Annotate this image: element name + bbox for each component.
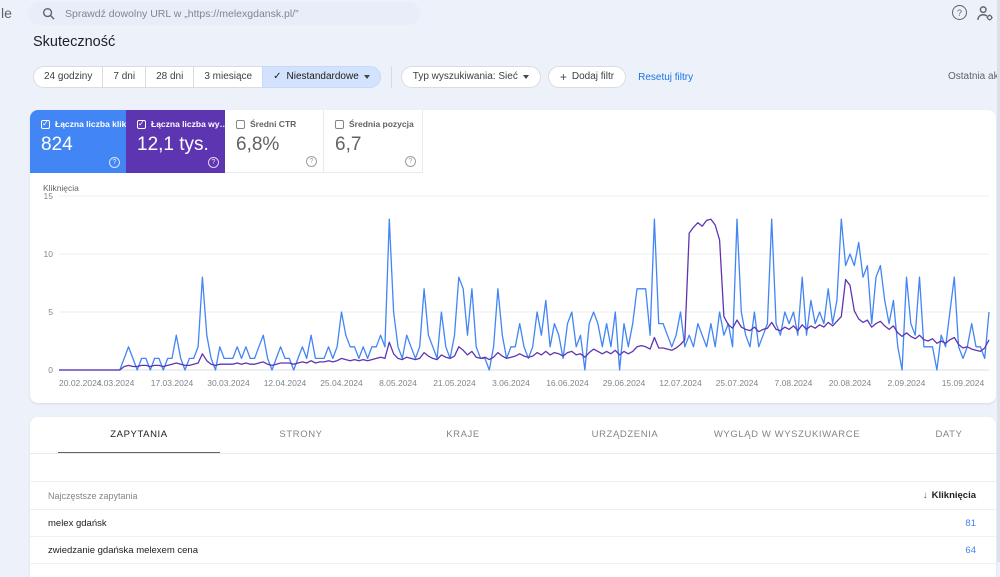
table-row[interactable]: melex gdańsk 81 (30, 510, 996, 537)
add-filter-label: Dodaj filtr (572, 67, 614, 87)
x-tick-label: 12.04.2024 (264, 378, 307, 388)
y-tick-label: 15 (44, 191, 54, 201)
performance-chart-card: Łączna liczba klik… 824 ? Łączna liczba … (30, 110, 996, 403)
date-range-selector: 24 godziny 7 dni 28 dni 3 miesiące ✓ Nie… (33, 66, 381, 88)
filter-divider (391, 66, 392, 88)
search-icon (42, 7, 55, 20)
metric-average-ctr[interactable]: Średni CTR 6,8% ? (225, 110, 324, 173)
x-tick-label: 12.07.2024 (659, 378, 702, 388)
metric-label: Łączna liczba klik… (55, 119, 135, 129)
table-row[interactable]: zwiedzanie gdańska melexem cena 64 (30, 537, 996, 564)
checkbox-icon[interactable] (137, 120, 146, 129)
google-logo-fragment: le (1, 5, 12, 21)
metric-value: 6,8% (236, 134, 323, 156)
tab-countries[interactable]: KRAJE (382, 417, 544, 454)
date-range-24h[interactable]: 24 godziny (33, 66, 103, 88)
metric-value: 12,1 tys. (137, 134, 225, 156)
filter-bar: 24 godziny 7 dni 28 dni 3 miesiące ✓ Nie… (33, 66, 693, 88)
metric-label: Średnia pozycja (349, 119, 414, 129)
query-clicks: 81 (965, 518, 976, 529)
x-tick-label: 20.08.2024 (829, 378, 872, 388)
x-tick-label: 8.05.2024 (379, 378, 417, 388)
x-tick-label: 25.04.2024 (320, 378, 363, 388)
date-range-custom-label: Niestandardowe (287, 67, 359, 87)
check-icon: ✓ (273, 67, 281, 87)
tab-queries[interactable]: ZAPYTANIA (58, 417, 220, 454)
y-tick-label: 10 (44, 249, 54, 259)
dimension-tabs: ZAPYTANIA STRONY KRAJE URZĄDZENIA WYGLĄD… (30, 417, 996, 454)
checkbox-icon[interactable] (236, 120, 245, 129)
date-range-7d[interactable]: 7 dni (102, 66, 146, 88)
metric-total-impressions[interactable]: Łączna liczba wy… 12,1 tys. ? (126, 110, 225, 173)
x-tick-label: 3.06.2024 (492, 378, 530, 388)
last-update-text: Ostatnia aktualizacja: (948, 71, 1000, 82)
dropdown-caret-icon (364, 75, 370, 79)
help-icon[interactable]: ? (405, 156, 416, 167)
reset-filters-link[interactable]: Resetuj filtry (638, 72, 693, 83)
help-icon[interactable]: ? (109, 157, 120, 168)
x-tick-label: 30.03.2024 (207, 378, 250, 388)
query-clicks: 64 (965, 545, 976, 556)
metric-label: Łączna liczba wy… (151, 119, 228, 129)
column-header-clicks-label: Kliknięcia (932, 490, 976, 501)
plus-icon: + (560, 67, 567, 87)
help-glyph: ? (957, 8, 962, 18)
tab-pages[interactable]: STRONY (220, 417, 382, 454)
dimensions-table-card: ZAPYTANIA STRONY KRAJE URZĄDZENIA WYGLĄD… (30, 417, 996, 577)
search-type-label: Typ wyszukiwania: Sieć (413, 67, 518, 87)
checkbox-icon[interactable] (335, 120, 344, 129)
x-tick-label: 16.06.2024 (546, 378, 589, 388)
user-settings-icon[interactable] (976, 5, 994, 22)
y-tick-label: 5 (48, 307, 53, 317)
page-title: Skuteczność (33, 34, 115, 50)
top-bar: le Sprawdź dowolny URL w „https://melexg… (0, 0, 1000, 28)
x-tick-label: 7.08.2024 (775, 378, 813, 388)
date-range-custom[interactable]: ✓ Niestandardowe (262, 66, 381, 88)
x-tick-label: 25.07.2024 (716, 378, 759, 388)
checkbox-icon[interactable] (41, 120, 50, 129)
query-text: zwiedzanie gdańska melexem cena (48, 545, 198, 556)
help-icon[interactable]: ? (306, 156, 317, 167)
x-tick-label: 4.03.2024 (97, 378, 135, 388)
column-header-queries[interactable]: Najczęstsze zapytania (48, 491, 138, 501)
url-inspect-search-bar[interactable]: Sprawdź dowolny URL w „https://melexgdan… (28, 2, 420, 25)
x-tick-label: 2.09.2024 (888, 378, 926, 388)
date-range-28d[interactable]: 28 dni (145, 66, 194, 88)
search-type-button[interactable]: Typ wyszukiwania: Sieć (401, 66, 541, 88)
metric-value: 824 (41, 134, 126, 156)
help-icon[interactable]: ? (208, 157, 219, 168)
y-tick-label: 0 (48, 365, 53, 375)
search-placeholder: Sprawdź dowolny URL w „https://melexgdan… (65, 8, 299, 20)
metric-tiles-row: Łączna liczba klik… 824 ? Łączna liczba … (30, 110, 423, 173)
x-tick-label: 15.09.2024 (942, 378, 985, 388)
sort-descending-icon: ↓ (923, 490, 928, 501)
metric-average-position[interactable]: Średnia pozycja 6,7 ? (324, 110, 423, 173)
query-text: melex gdańsk (48, 518, 107, 529)
x-tick-label: 17.03.2024 (151, 378, 194, 388)
dropdown-caret-icon (523, 75, 529, 79)
table-header-row: Najczęstsze zapytania ↓ Kliknięcia (30, 481, 996, 510)
metric-value: 6,7 (335, 134, 422, 156)
tab-search-appearance[interactable]: WYGLĄD W WYSZUKIWARCE (706, 417, 868, 454)
performance-line-chart[interactable]: 15 10 5 0 20.02.20244.03.2024 17.03.2024 30.03… (33, 190, 996, 395)
chart-line-clicks (59, 219, 989, 370)
metric-label: Średni CTR (250, 119, 296, 129)
help-icon[interactable]: ? (952, 5, 967, 20)
x-tick-label: 29.06.2024 (603, 378, 646, 388)
x-tick-label: 20.02.2024 (59, 378, 102, 388)
add-filter-button[interactable]: + Dodaj filtr (548, 66, 626, 88)
metric-total-clicks[interactable]: Łączna liczba klik… 824 ? (30, 110, 126, 173)
tab-devices[interactable]: URZĄDZENIA (544, 417, 706, 454)
date-range-3m[interactable]: 3 miesiące (193, 66, 263, 88)
tab-dates[interactable]: DATY (868, 417, 996, 454)
x-tick-label: 21.05.2024 (433, 378, 476, 388)
column-header-clicks[interactable]: ↓ Kliknięcia (923, 490, 976, 501)
